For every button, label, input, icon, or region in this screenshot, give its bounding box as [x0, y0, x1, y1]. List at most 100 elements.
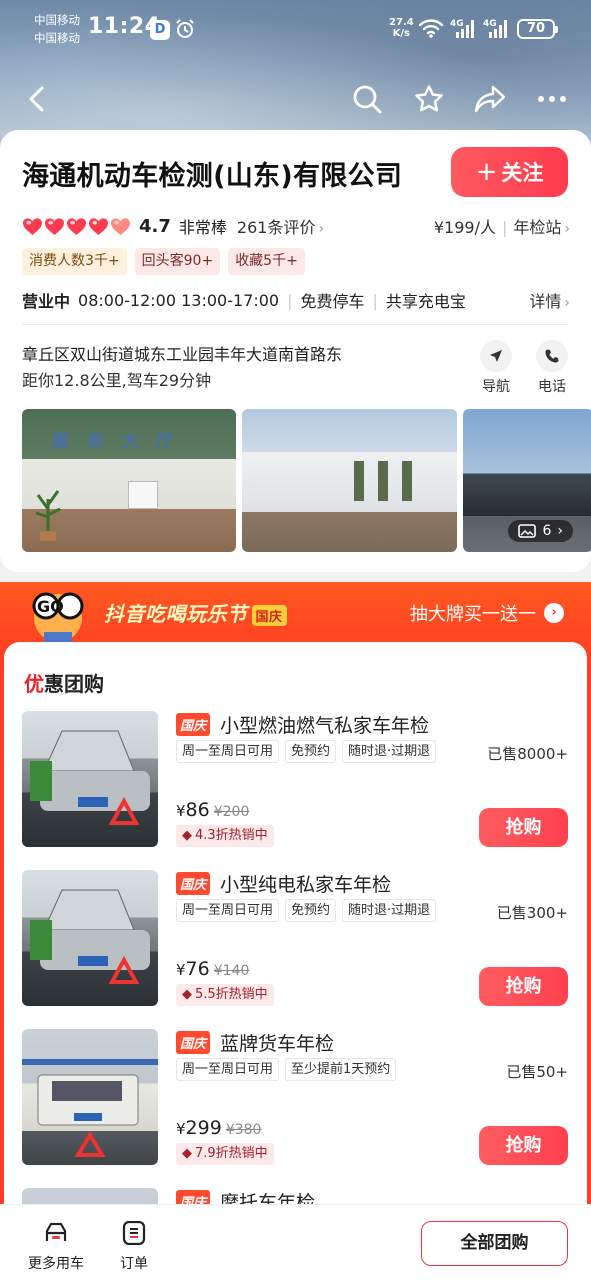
- mascot-text: GO: [37, 597, 64, 616]
- arrow-right-icon: ›: [544, 603, 564, 623]
- favorite-button[interactable]: [412, 82, 446, 116]
- photo-window: [354, 461, 364, 501]
- photo-parking[interactable]: 6 ›: [463, 409, 591, 552]
- price-original: ¥200: [213, 804, 250, 820]
- deal-name: 蓝牌货车年检: [220, 1033, 335, 1055]
- more-button[interactable]: [535, 82, 569, 116]
- star-icon: [415, 85, 443, 112]
- festival-title: 抖音吃喝玩乐节 国庆: [104, 598, 287, 627]
- festival-promo-text: 抽大牌买一送一: [410, 604, 536, 625]
- phone-icon: [536, 340, 568, 372]
- buy-button[interactable]: 抢购: [479, 808, 568, 847]
- deal-badge: 国庆: [176, 713, 211, 736]
- deal-tags: 周一至周日可用 免预约 随时退·过期退: [176, 899, 437, 922]
- shop-tags: 消费人数3千+ 回头客90+ 收藏5千+: [22, 248, 305, 275]
- heart-icon: [89, 217, 108, 235]
- more-cars-button[interactable]: 更多用车: [26, 1221, 86, 1273]
- deal-item[interactable]: 国庆 小型纯电私家车年检 周一至周日可用 免预约 随时退·过期退 已售300+ ¥…: [22, 870, 568, 1006]
- hot-sale-badge: ◆ 5.5折热销中: [176, 984, 274, 1006]
- photo-sign-text: 服 务 大 厅: [52, 432, 180, 452]
- share-icon: [474, 85, 506, 113]
- sold-count: 已售300+: [496, 904, 568, 922]
- tag-favorites: 收藏5千+: [228, 248, 305, 275]
- photo-count-badge[interactable]: 6 ›: [508, 520, 573, 542]
- hot-sale-badge: ◆ 4.3折热销中: [176, 825, 274, 847]
- bottom-bar: 更多用车 订单 全部团购: [0, 1204, 591, 1280]
- deal-name: 小型燃油燃气私家车年检: [220, 715, 430, 737]
- top-nav: [0, 76, 591, 122]
- address-block[interactable]: 章丘区双山街道城东工业园丰年大道南首路东 距你12.8公里,驾车29分钟: [22, 342, 342, 394]
- deal-badge: 国庆: [176, 1031, 211, 1054]
- deal-item[interactable]: 国庆 小型燃油燃气私家车年检 周一至周日可用 免预约 随时退·过期退 已售8000…: [22, 711, 568, 847]
- back-button[interactable]: [20, 82, 54, 116]
- festival-badge: 国庆: [251, 605, 287, 626]
- wifi-icon: [418, 19, 444, 38]
- all-deals-button[interactable]: 全部团购: [421, 1221, 568, 1266]
- deal-tags: 周一至周日可用 至少提前1天预约: [176, 1058, 397, 1081]
- deal-item[interactable]: 国庆 蓝牌货车年检 周一至周日可用 至少提前1天预约 已售50+ ¥299 ¥380…: [22, 1029, 568, 1165]
- chevron-right-icon: ›: [318, 221, 325, 237]
- search-button[interactable]: [350, 82, 384, 116]
- chevron-right-icon: ›: [564, 295, 570, 311]
- photo-gallery[interactable]: 服 务 大 厅 6 ›: [22, 409, 591, 552]
- deal-tag: 周一至周日可用: [176, 899, 280, 922]
- follow-button[interactable]: + 关注: [451, 147, 568, 197]
- buy-button[interactable]: 抢购: [479, 1126, 568, 1165]
- buy-button[interactable]: 抢购: [479, 967, 568, 1006]
- heart-icon: [23, 217, 42, 235]
- feature-power-bank: 共享充电宝: [385, 292, 466, 311]
- car-icon: [45, 1222, 67, 1241]
- call-label: 电话: [538, 379, 566, 395]
- navigate-button[interactable]: 导航: [471, 340, 521, 396]
- reviews-link[interactable]: 261条评价 ›: [237, 214, 324, 238]
- details-link[interactable]: 详情 ›: [529, 288, 570, 312]
- photo-building[interactable]: [242, 409, 457, 552]
- net-speed-value: 27.4: [389, 17, 414, 28]
- navigation-icon: [480, 340, 512, 372]
- deal-info: 国庆 小型燃油燃气私家车年检 周一至周日可用 免预约 随时退·过期退 已售8000…: [176, 711, 568, 847]
- share-button[interactable]: [473, 82, 507, 116]
- deal-info: 国庆 蓝牌货车年检 周一至周日可用 至少提前1天预约 已售50+ ¥299 ¥380…: [176, 1029, 568, 1165]
- deal-tag: 随时退·过期退: [342, 899, 437, 922]
- deal-tags: 周一至周日可用 免预约 随时退·过期退: [176, 740, 437, 763]
- signal-icon-2: 4G: [483, 19, 507, 38]
- section-title-first: 优: [24, 672, 44, 696]
- price-original: ¥140: [213, 963, 250, 979]
- orders-button[interactable]: 订单: [116, 1220, 152, 1273]
- deal-tag: 免预约: [285, 740, 337, 763]
- search-icon: [353, 85, 382, 114]
- festival-promo-link[interactable]: 抽大牌买一送一 ›: [410, 600, 564, 626]
- tag-returning: 回头客90+: [134, 248, 221, 275]
- truck-photo: [22, 1059, 158, 1157]
- chevron-right-icon: ›: [557, 523, 563, 539]
- price-original: ¥380: [225, 1122, 262, 1138]
- photo-service-hall[interactable]: 服 务 大 厅: [22, 409, 236, 552]
- open-status: 营业中: [22, 292, 71, 311]
- shop-name: 海通机动车检测(山东)有限公司: [22, 161, 403, 192]
- hot-sale-text: 7.9折热销中: [195, 1146, 268, 1161]
- deal-title: 国庆 蓝牌货车年检: [176, 1029, 334, 1056]
- shop-info-card: 海通机动车检测(山东)有限公司 + 关注 4.7 非常棒 261条评价 › ¥19…: [0, 130, 591, 572]
- rating-score: 4.7: [139, 215, 171, 237]
- section-title: 优惠团购: [24, 668, 104, 697]
- carrier-info: 中国移动 中国移动: [34, 11, 80, 47]
- price-per-person: ¥199/人: [433, 218, 496, 237]
- feature-parking: 免费停车: [300, 292, 365, 311]
- deal-badge: 国庆: [176, 872, 211, 895]
- deal-image: [22, 870, 158, 1006]
- deal-title: 国庆 小型纯电私家车年检: [176, 870, 391, 897]
- plus-icon: +: [475, 157, 498, 187]
- sold-count: 已售50+: [506, 1063, 568, 1081]
- deal-name: 小型纯电私家车年检: [220, 874, 392, 896]
- rating-row: 4.7 非常棒 261条评价 › ¥199/人 | 年检站 ›: [22, 214, 570, 238]
- deal-tag: 周一至周日可用: [176, 1058, 280, 1081]
- more-cars-label: 更多用车: [28, 1256, 84, 1272]
- call-button[interactable]: 电话: [527, 340, 577, 396]
- signal-icon-1: 4G: [450, 19, 474, 38]
- category-link[interactable]: 年检站: [513, 218, 561, 237]
- hot-sale-badge: ◆ 7.9折热销中: [176, 1143, 274, 1165]
- distance-text: 距你12.8公里,驾车29分钟: [22, 371, 212, 390]
- reviews-count: 261条评价: [236, 218, 316, 237]
- festival-title-text: 抖音吃喝玩乐节: [104, 602, 248, 626]
- deal-tag: 至少提前1天预约: [285, 1058, 397, 1081]
